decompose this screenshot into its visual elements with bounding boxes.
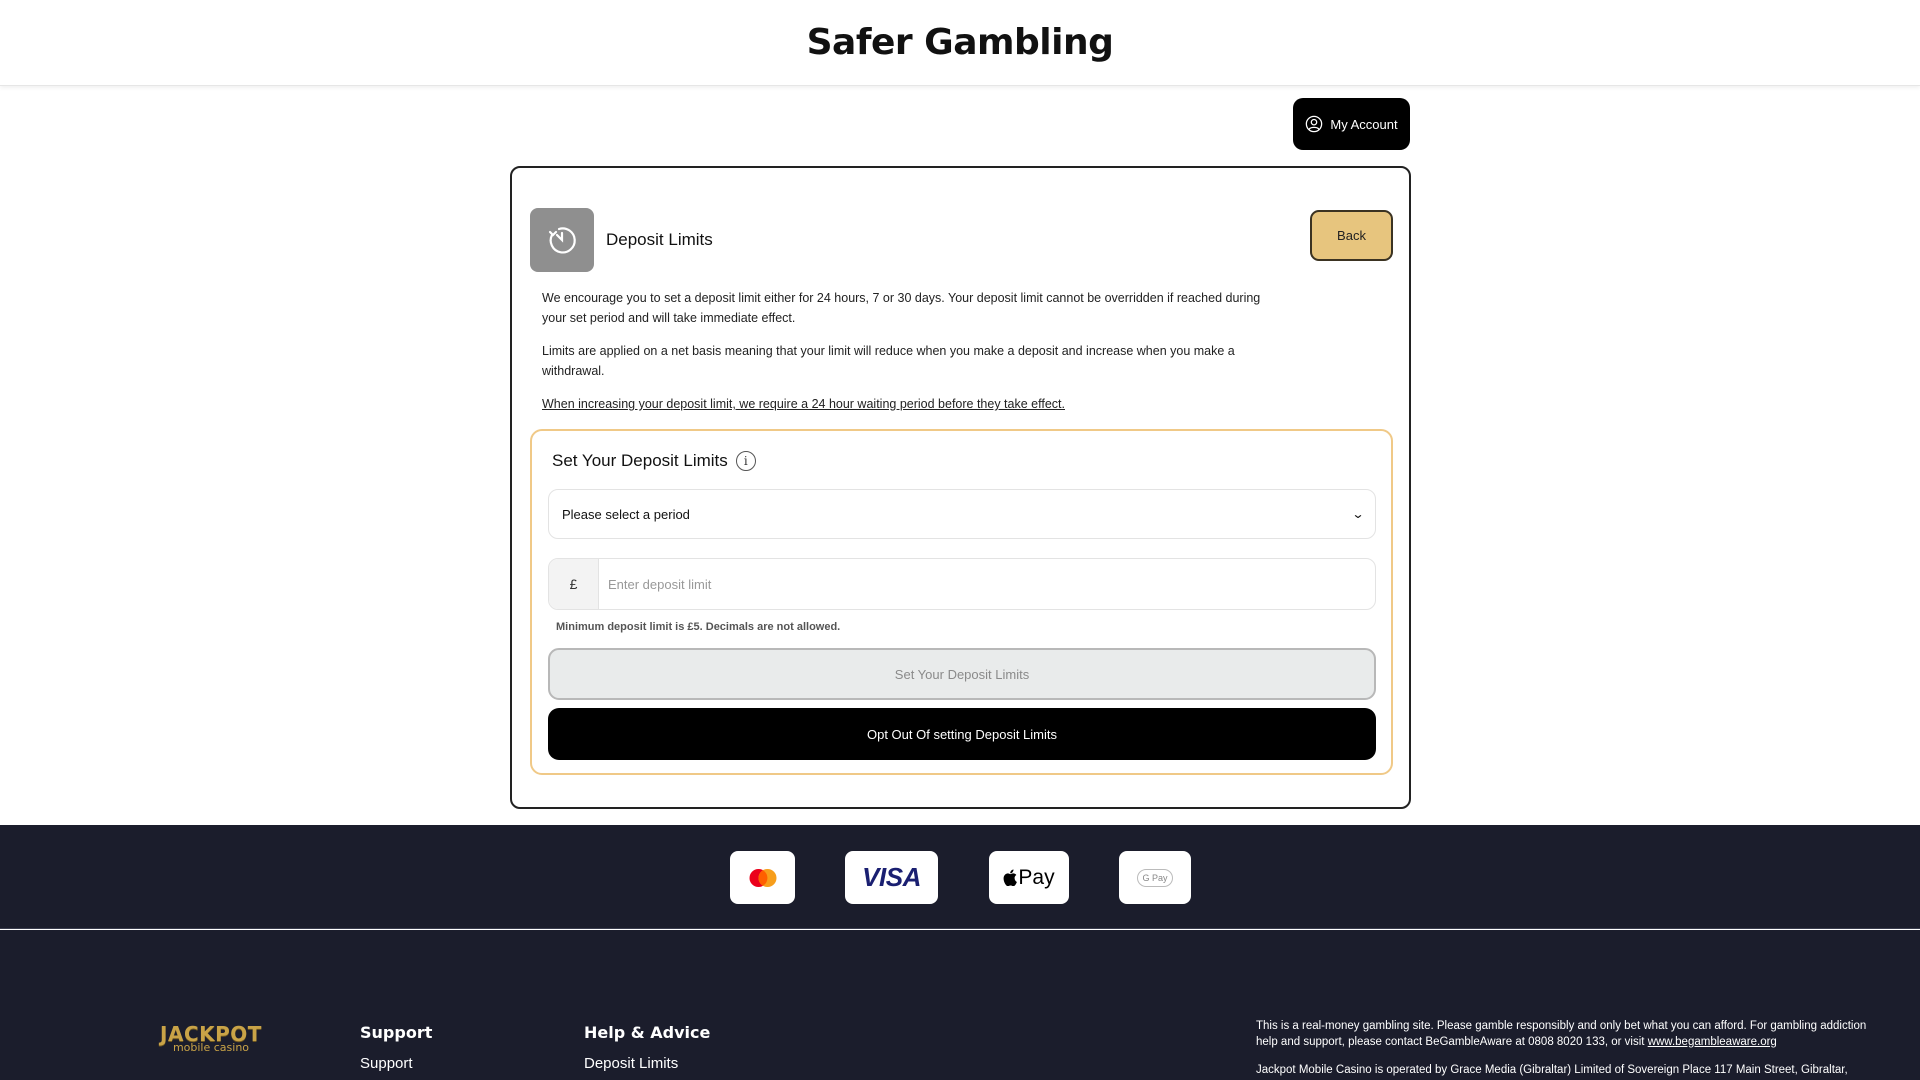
site-footer: JACKPOT mobile casino Support Support He… bbox=[0, 930, 1920, 1080]
footer-support-heading: Support bbox=[360, 1023, 433, 1042]
period-select-value: Please select a period bbox=[562, 506, 690, 522]
set-deposit-limits-button[interactable]: Set Your Deposit Limits bbox=[548, 648, 1376, 700]
currency-symbol: £ bbox=[549, 559, 599, 609]
my-account-button[interactable]: My Account bbox=[1293, 98, 1410, 150]
info-icon[interactable]: i bbox=[735, 451, 756, 471]
page-title: Safer Gambling bbox=[806, 22, 1114, 63]
payment-methods-strip: VISA Pay G Pay bbox=[0, 825, 1920, 929]
google-pay-icon: G Pay bbox=[1119, 851, 1191, 904]
waiting-period-notice: When increasing your deposit limit, we r… bbox=[542, 397, 1065, 411]
limits-header: Set Your Deposit Limits i bbox=[552, 451, 756, 471]
google-pay-text: G Pay bbox=[1137, 868, 1173, 887]
footer-help-heading: Help & Advice bbox=[584, 1023, 711, 1042]
card-header: Deposit Limits bbox=[530, 208, 713, 272]
visa-icon: VISA bbox=[845, 851, 938, 904]
legal-text: This is a real-money gambling site. Plea… bbox=[1256, 1018, 1876, 1080]
apple-pay-icon: Pay bbox=[989, 851, 1069, 904]
set-limits-panel: Set Your Deposit Limits i Please select … bbox=[530, 429, 1393, 775]
footer-support-column: Support Support bbox=[360, 1023, 432, 1072]
jackpot-logo[interactable]: JACKPOT mobile casino bbox=[156, 1024, 266, 1053]
limits-title: Set Your Deposit Limits bbox=[552, 451, 728, 470]
user-circle-icon bbox=[1306, 115, 1323, 133]
period-select[interactable]: Please select a period ⌄ bbox=[548, 489, 1376, 539]
footer-link-support[interactable]: Support bbox=[360, 1055, 432, 1072]
opt-out-button[interactable]: Opt Out Of setting Deposit Limits bbox=[548, 708, 1376, 760]
visa-text: VISA bbox=[862, 862, 921, 892]
net-basis-paragraph: Limits are applied on a net basis meanin… bbox=[542, 344, 1235, 378]
apple-logo-icon bbox=[1003, 869, 1018, 886]
mastercard-icon bbox=[730, 851, 795, 904]
card-title: Deposit Limits bbox=[606, 230, 713, 249]
chevron-down-icon: ⌄ bbox=[1351, 507, 1365, 521]
timer-icon bbox=[548, 227, 576, 254]
responsible-gambling-notice: This is a real-money gambling site. Plea… bbox=[1256, 1018, 1876, 1050]
minimum-limit-hint: Minimum deposit limit is £5. Decimals ar… bbox=[556, 621, 841, 633]
footer-link-deposit-limits[interactable]: Deposit Limits bbox=[584, 1055, 710, 1072]
intro-paragraph: We encourage you to set a deposit limit … bbox=[542, 291, 1261, 325]
page-header: Safer Gambling bbox=[0, 0, 1920, 86]
timer-tile bbox=[530, 208, 594, 272]
deposit-limits-card: Deposit Limits Back We encourage you to … bbox=[510, 166, 1411, 809]
deposit-limit-input[interactable] bbox=[599, 559, 1375, 609]
begambleaware-link[interactable]: www.begambleaware.org bbox=[1648, 1036, 1777, 1048]
deposit-amount-group: £ bbox=[548, 558, 1376, 610]
apple-pay-text: Pay bbox=[1018, 865, 1055, 889]
my-account-label: My Account bbox=[1330, 116, 1398, 132]
footer-help-column: Help & Advice Deposit Limits bbox=[584, 1023, 710, 1072]
back-button[interactable]: Back bbox=[1310, 210, 1393, 261]
operator-notice: Jackpot Mobile Casino is operated by Gra… bbox=[1256, 1064, 1848, 1076]
